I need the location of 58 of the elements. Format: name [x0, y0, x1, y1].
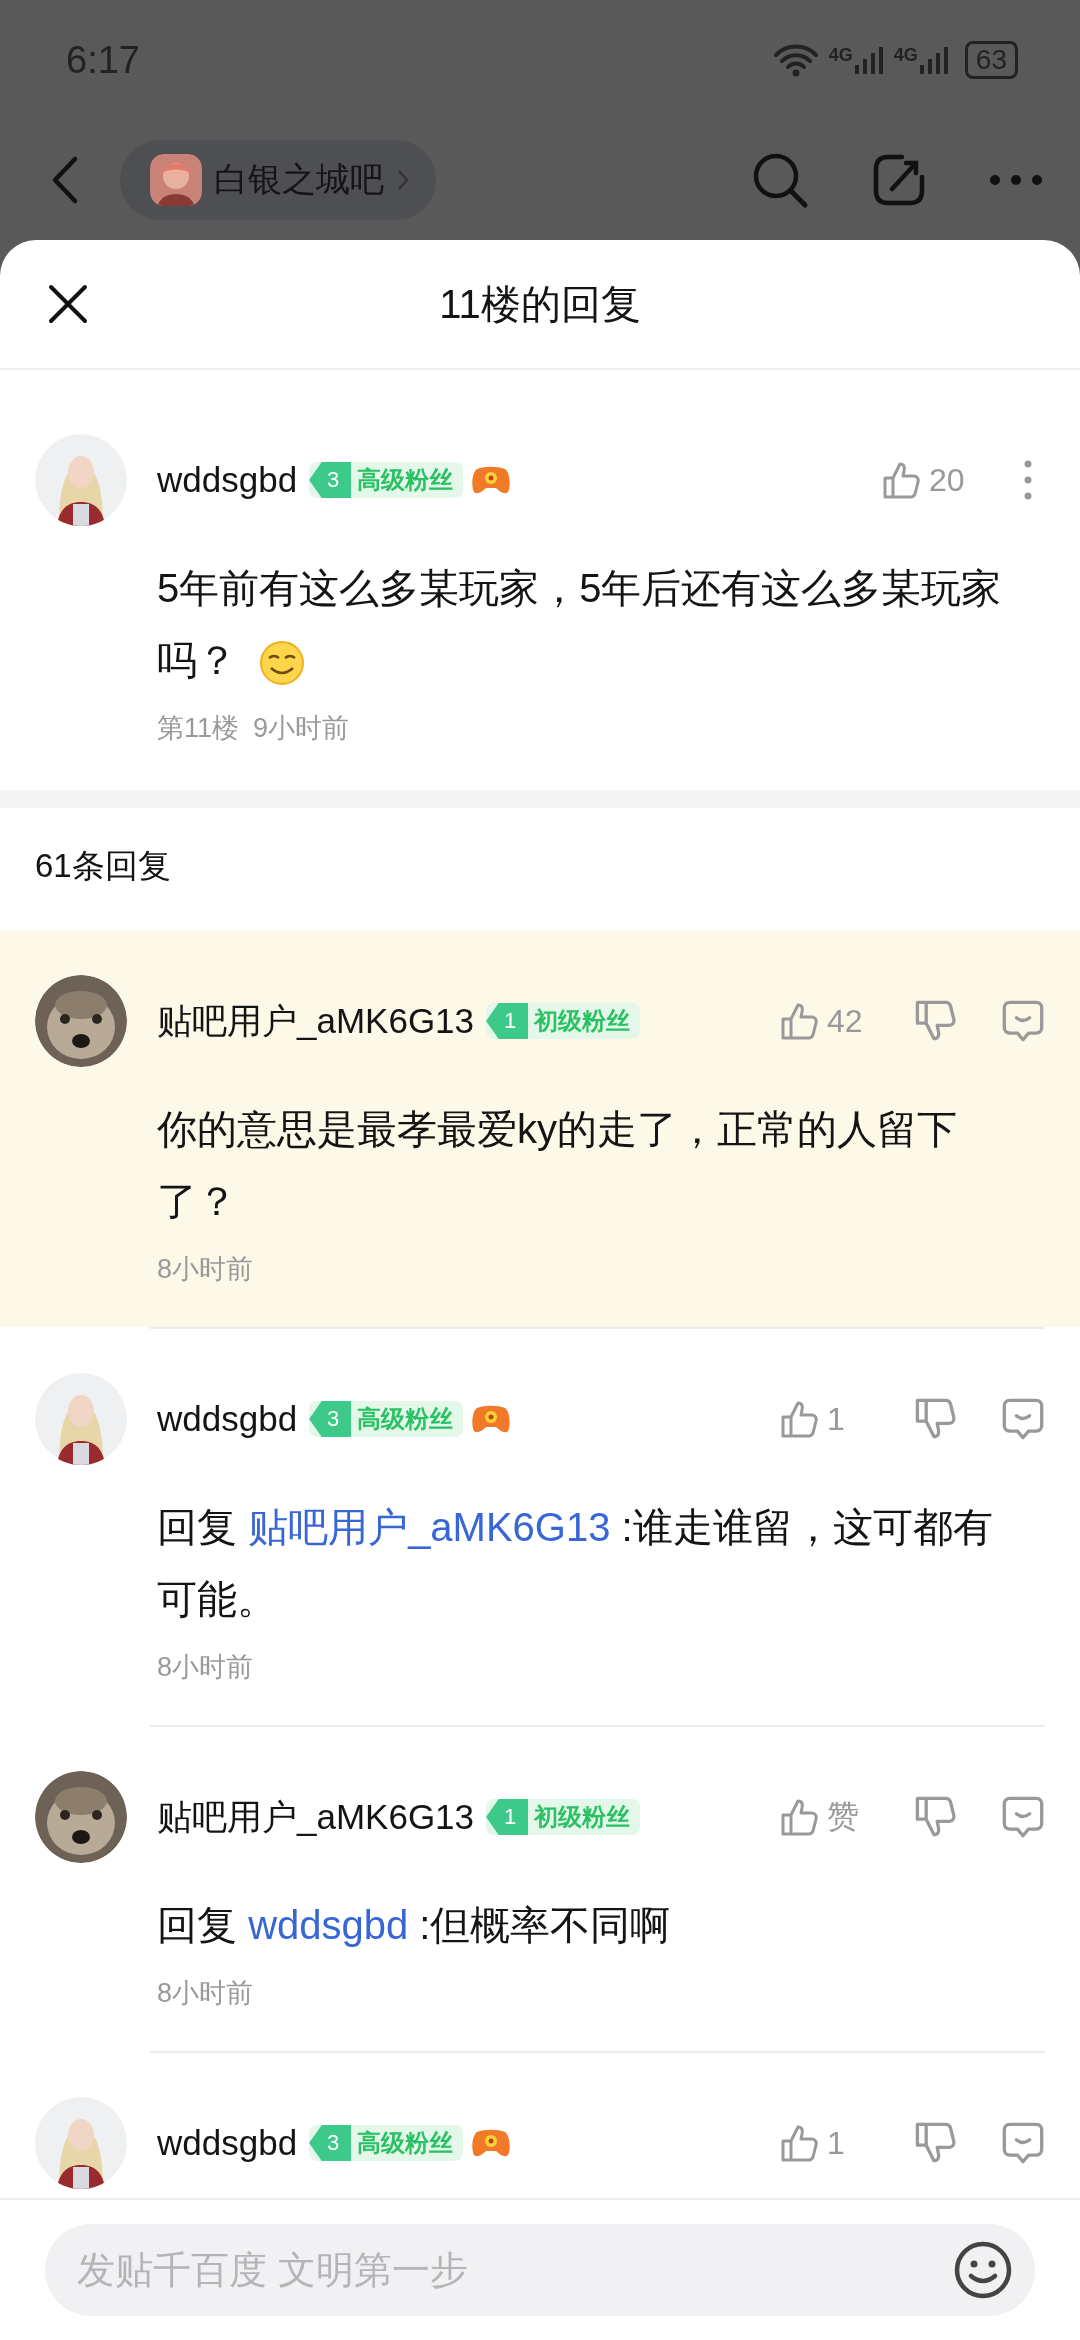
mention-link[interactable]: 贴吧用户_aMK6G13	[248, 1505, 611, 1549]
chevron-icon	[396, 168, 410, 192]
user-name[interactable]: wddsgbd	[157, 2123, 298, 2163]
reply-time: 8小时前	[157, 1253, 254, 1286]
comment-input[interactable]: 发贴千百度 文明第一步	[45, 2224, 1035, 2316]
thumbs-up-icon	[779, 1001, 819, 1041]
mention-link[interactable]: wddsgbd	[248, 1903, 409, 1947]
comment-icon[interactable]	[1001, 1397, 1045, 1441]
reply-time: 8小时前	[157, 1651, 254, 1684]
fan-badge: 3 高级粉丝	[309, 2125, 464, 2161]
wifi-icon	[772, 43, 819, 77]
thumbs-up-icon	[779, 1797, 819, 1837]
user-name[interactable]: wddsgbd	[157, 1399, 298, 1439]
reply-time: 8小时前	[157, 1977, 254, 2010]
signal-icon	[853, 45, 884, 75]
fan-badge: 1 初级粉丝	[486, 1799, 641, 1835]
user-name[interactable]: wddsgbd	[157, 460, 298, 500]
emoji-icon[interactable]	[953, 2240, 1013, 2300]
comment-icon[interactable]	[1001, 999, 1045, 1043]
like-button[interactable]: 20	[881, 460, 971, 500]
gamepad-icon	[471, 1404, 512, 1434]
user-name[interactable]: 贴吧用户_aMK6G13	[157, 1793, 475, 1841]
floor-label: 第11楼	[157, 712, 240, 745]
reply-text: 回复 贴吧用户_aMK6G13 :谁走谁留，这可都有可能。	[157, 1504, 994, 1623]
signal-icon	[918, 45, 949, 75]
like-button[interactable]: 1	[779, 2123, 869, 2163]
dislike-icon[interactable]	[913, 2121, 957, 2165]
close-icon[interactable]	[48, 284, 88, 324]
reply-text: 你的意思是最孝最爱ky的走了，正常的人留下了？	[157, 1106, 958, 1225]
dislike-icon[interactable]	[913, 1397, 957, 1441]
reply-text: 回复 wddsgbd :但概率不同啊	[157, 1902, 672, 1949]
gamepad-icon	[471, 2128, 512, 2158]
like-button[interactable]: 42	[779, 1001, 869, 1041]
like-button[interactable]: 1	[779, 1399, 869, 1439]
comment-icon[interactable]	[1001, 2121, 1045, 2165]
dislike-icon[interactable]	[913, 1795, 957, 1839]
thumbs-up-icon	[779, 2123, 819, 2163]
forum-name: 白银之城吧	[214, 159, 384, 200]
smiley-emoji-icon	[259, 640, 305, 687]
gamepad-icon	[471, 465, 512, 495]
thumbs-up-icon	[779, 1399, 819, 1439]
post-text: 5年前有这么多某玩家，5年后还有这么多某玩家吗？	[157, 552, 1030, 696]
post-time: 9小时前	[253, 712, 350, 745]
user-name[interactable]: 贴吧用户_aMK6G13	[157, 997, 475, 1045]
like-button[interactable]: 赞	[779, 1795, 869, 1839]
more-icon[interactable]	[1023, 459, 1033, 501]
fan-badge: 3 高级粉丝	[309, 1401, 464, 1437]
dislike-icon[interactable]	[913, 999, 957, 1043]
fan-badge: 1 初级粉丝	[486, 1003, 641, 1039]
comment-icon[interactable]	[1001, 1795, 1045, 1839]
reply-count: 61条回复	[34, 846, 172, 886]
back-icon[interactable]	[50, 155, 80, 205]
fan-badge: 3 高级粉丝	[309, 462, 464, 498]
more-icon[interactable]	[988, 173, 1044, 187]
sheet-title: 11楼的回复	[439, 280, 641, 328]
share-icon[interactable]	[872, 153, 926, 207]
thumbs-up-icon	[881, 460, 921, 500]
status-time: 6:17	[66, 38, 140, 82]
